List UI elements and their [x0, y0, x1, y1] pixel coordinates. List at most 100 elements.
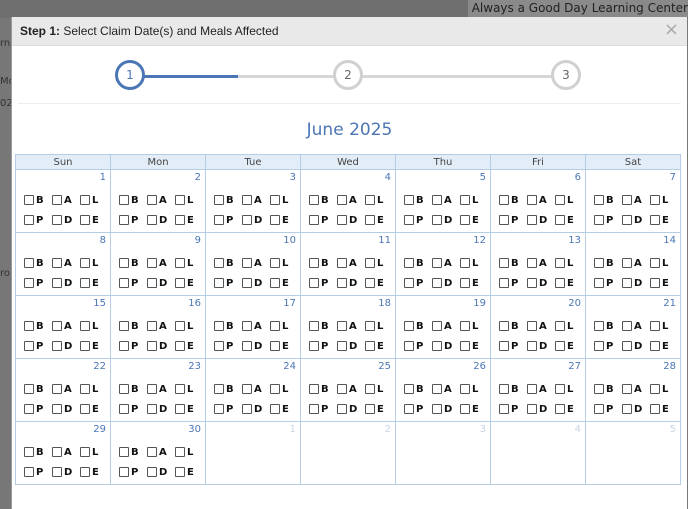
checkbox[interactable] — [365, 258, 375, 268]
meal-checkbox-e[interactable]: E — [460, 278, 488, 289]
checkbox[interactable] — [404, 321, 414, 331]
checkbox[interactable] — [147, 404, 157, 414]
meal-checkbox-d[interactable]: D — [337, 278, 365, 289]
meal-checkbox-e[interactable]: E — [175, 404, 203, 415]
meal-checkbox-a[interactable]: A — [527, 195, 555, 206]
meal-checkbox-a[interactable]: A — [527, 321, 555, 332]
meal-checkbox-d[interactable]: D — [337, 341, 365, 352]
checkbox[interactable] — [650, 215, 660, 225]
meal-checkbox-d[interactable]: D — [147, 467, 175, 478]
meal-checkbox-e[interactable]: E — [555, 278, 583, 289]
meal-checkbox-d[interactable]: D — [242, 278, 270, 289]
checkbox[interactable] — [119, 384, 129, 394]
checkbox[interactable] — [527, 258, 537, 268]
meal-checkbox-p[interactable]: P — [24, 404, 52, 415]
meal-checkbox-a[interactable]: A — [622, 384, 650, 395]
checkbox[interactable] — [404, 278, 414, 288]
meal-checkbox-l[interactable]: L — [270, 321, 298, 332]
checkbox[interactable] — [337, 321, 347, 331]
checkbox[interactable] — [270, 278, 280, 288]
checkbox[interactable] — [460, 195, 470, 205]
meal-checkbox-b[interactable]: B — [404, 384, 432, 395]
meal-checkbox-l[interactable]: L — [460, 321, 488, 332]
checkbox[interactable] — [499, 195, 509, 205]
meal-checkbox-b[interactable]: B — [214, 384, 242, 395]
checkbox[interactable] — [119, 195, 129, 205]
meal-checkbox-a[interactable]: A — [432, 258, 460, 269]
meal-checkbox-a[interactable]: A — [432, 384, 460, 395]
checkbox[interactable] — [432, 321, 442, 331]
meal-checkbox-l[interactable]: L — [175, 258, 203, 269]
meal-checkbox-d[interactable]: D — [622, 341, 650, 352]
checkbox[interactable] — [460, 341, 470, 351]
meal-checkbox-b[interactable]: B — [404, 258, 432, 269]
checkbox[interactable] — [242, 215, 252, 225]
meal-checkbox-p[interactable]: P — [404, 215, 432, 226]
meal-checkbox-a[interactable]: A — [242, 321, 270, 332]
checkbox[interactable] — [594, 404, 604, 414]
meal-checkbox-a[interactable]: A — [432, 321, 460, 332]
meal-checkbox-a[interactable]: A — [242, 195, 270, 206]
meal-checkbox-l[interactable]: L — [80, 321, 108, 332]
checkbox[interactable] — [80, 258, 90, 268]
checkbox[interactable] — [622, 195, 632, 205]
meal-checkbox-l[interactable]: L — [270, 384, 298, 395]
meal-checkbox-e[interactable]: E — [365, 215, 393, 226]
checkbox[interactable] — [147, 467, 157, 477]
checkbox[interactable] — [270, 384, 280, 394]
meal-checkbox-b[interactable]: B — [119, 447, 147, 458]
step-2-indicator[interactable]: 2 — [333, 60, 363, 90]
meal-checkbox-b[interactable]: B — [499, 258, 527, 269]
meal-checkbox-p[interactable]: P — [404, 278, 432, 289]
meal-checkbox-d[interactable]: D — [147, 215, 175, 226]
checkbox[interactable] — [337, 258, 347, 268]
checkbox[interactable] — [527, 195, 537, 205]
meal-checkbox-a[interactable]: A — [147, 447, 175, 458]
checkbox[interactable] — [147, 258, 157, 268]
meal-checkbox-a[interactable]: A — [337, 258, 365, 269]
meal-checkbox-b[interactable]: B — [24, 258, 52, 269]
meal-checkbox-a[interactable]: A — [337, 384, 365, 395]
checkbox[interactable] — [242, 278, 252, 288]
meal-checkbox-d[interactable]: D — [52, 341, 80, 352]
checkbox[interactable] — [337, 195, 347, 205]
checkbox[interactable] — [270, 404, 280, 414]
meal-checkbox-a[interactable]: A — [242, 384, 270, 395]
meal-checkbox-p[interactable]: P — [404, 341, 432, 352]
checkbox[interactable] — [309, 215, 319, 225]
checkbox[interactable] — [555, 384, 565, 394]
meal-checkbox-e[interactable]: E — [270, 404, 298, 415]
checkbox[interactable] — [270, 341, 280, 351]
checkbox[interactable] — [147, 447, 157, 457]
meal-checkbox-b[interactable]: B — [309, 258, 337, 269]
checkbox[interactable] — [24, 258, 34, 268]
meal-checkbox-e[interactable]: E — [555, 341, 583, 352]
checkbox[interactable] — [80, 384, 90, 394]
meal-checkbox-p[interactable]: P — [24, 341, 52, 352]
meal-checkbox-d[interactable]: D — [52, 278, 80, 289]
meal-checkbox-d[interactable]: D — [527, 215, 555, 226]
checkbox[interactable] — [555, 341, 565, 351]
meal-checkbox-l[interactable]: L — [175, 447, 203, 458]
checkbox[interactable] — [594, 258, 604, 268]
checkbox[interactable] — [555, 258, 565, 268]
meal-checkbox-d[interactable]: D — [147, 341, 175, 352]
close-icon[interactable]: × — [664, 20, 679, 40]
checkbox[interactable] — [527, 215, 537, 225]
meal-checkbox-a[interactable]: A — [52, 195, 80, 206]
meal-checkbox-d[interactable]: D — [432, 215, 460, 226]
meal-checkbox-e[interactable]: E — [460, 341, 488, 352]
checkbox[interactable] — [80, 195, 90, 205]
checkbox[interactable] — [499, 404, 509, 414]
checkbox[interactable] — [460, 258, 470, 268]
checkbox[interactable] — [527, 278, 537, 288]
checkbox[interactable] — [555, 278, 565, 288]
meal-checkbox-e[interactable]: E — [650, 404, 678, 415]
checkbox[interactable] — [365, 195, 375, 205]
checkbox[interactable] — [80, 215, 90, 225]
meal-checkbox-e[interactable]: E — [175, 278, 203, 289]
checkbox[interactable] — [527, 404, 537, 414]
checkbox[interactable] — [270, 258, 280, 268]
checkbox[interactable] — [594, 195, 604, 205]
meal-checkbox-p[interactable]: P — [499, 278, 527, 289]
